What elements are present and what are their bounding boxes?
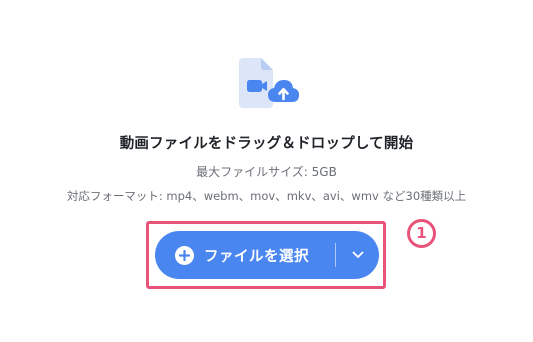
max-file-size-text: 最大ファイルサイズ: 5GB — [196, 165, 337, 179]
select-file-label: ファイルを選択 — [204, 248, 309, 265]
step-number-badge: 1 — [407, 219, 436, 248]
plus-circle-icon — [175, 245, 194, 265]
upload-options-dropdown[interactable] — [336, 231, 379, 279]
video-file-upload-icon — [235, 58, 301, 110]
supported-formats-text: 対応フォーマット: mp4、webm、mov、mkv、avi、wmv など30種… — [66, 189, 467, 203]
select-file-button-group: ファイルを選択 — [155, 231, 379, 279]
chevron-down-icon — [352, 251, 363, 258]
select-file-button[interactable]: ファイルを選択 — [155, 231, 335, 279]
dropzone-title: 動画ファイルをドラッグ＆ドロップして開始 — [119, 136, 414, 152]
upload-page: 動画ファイルをドラッグ＆ドロップして開始 最大ファイルサイズ: 5GB 対応フォ… — [0, 0, 533, 342]
